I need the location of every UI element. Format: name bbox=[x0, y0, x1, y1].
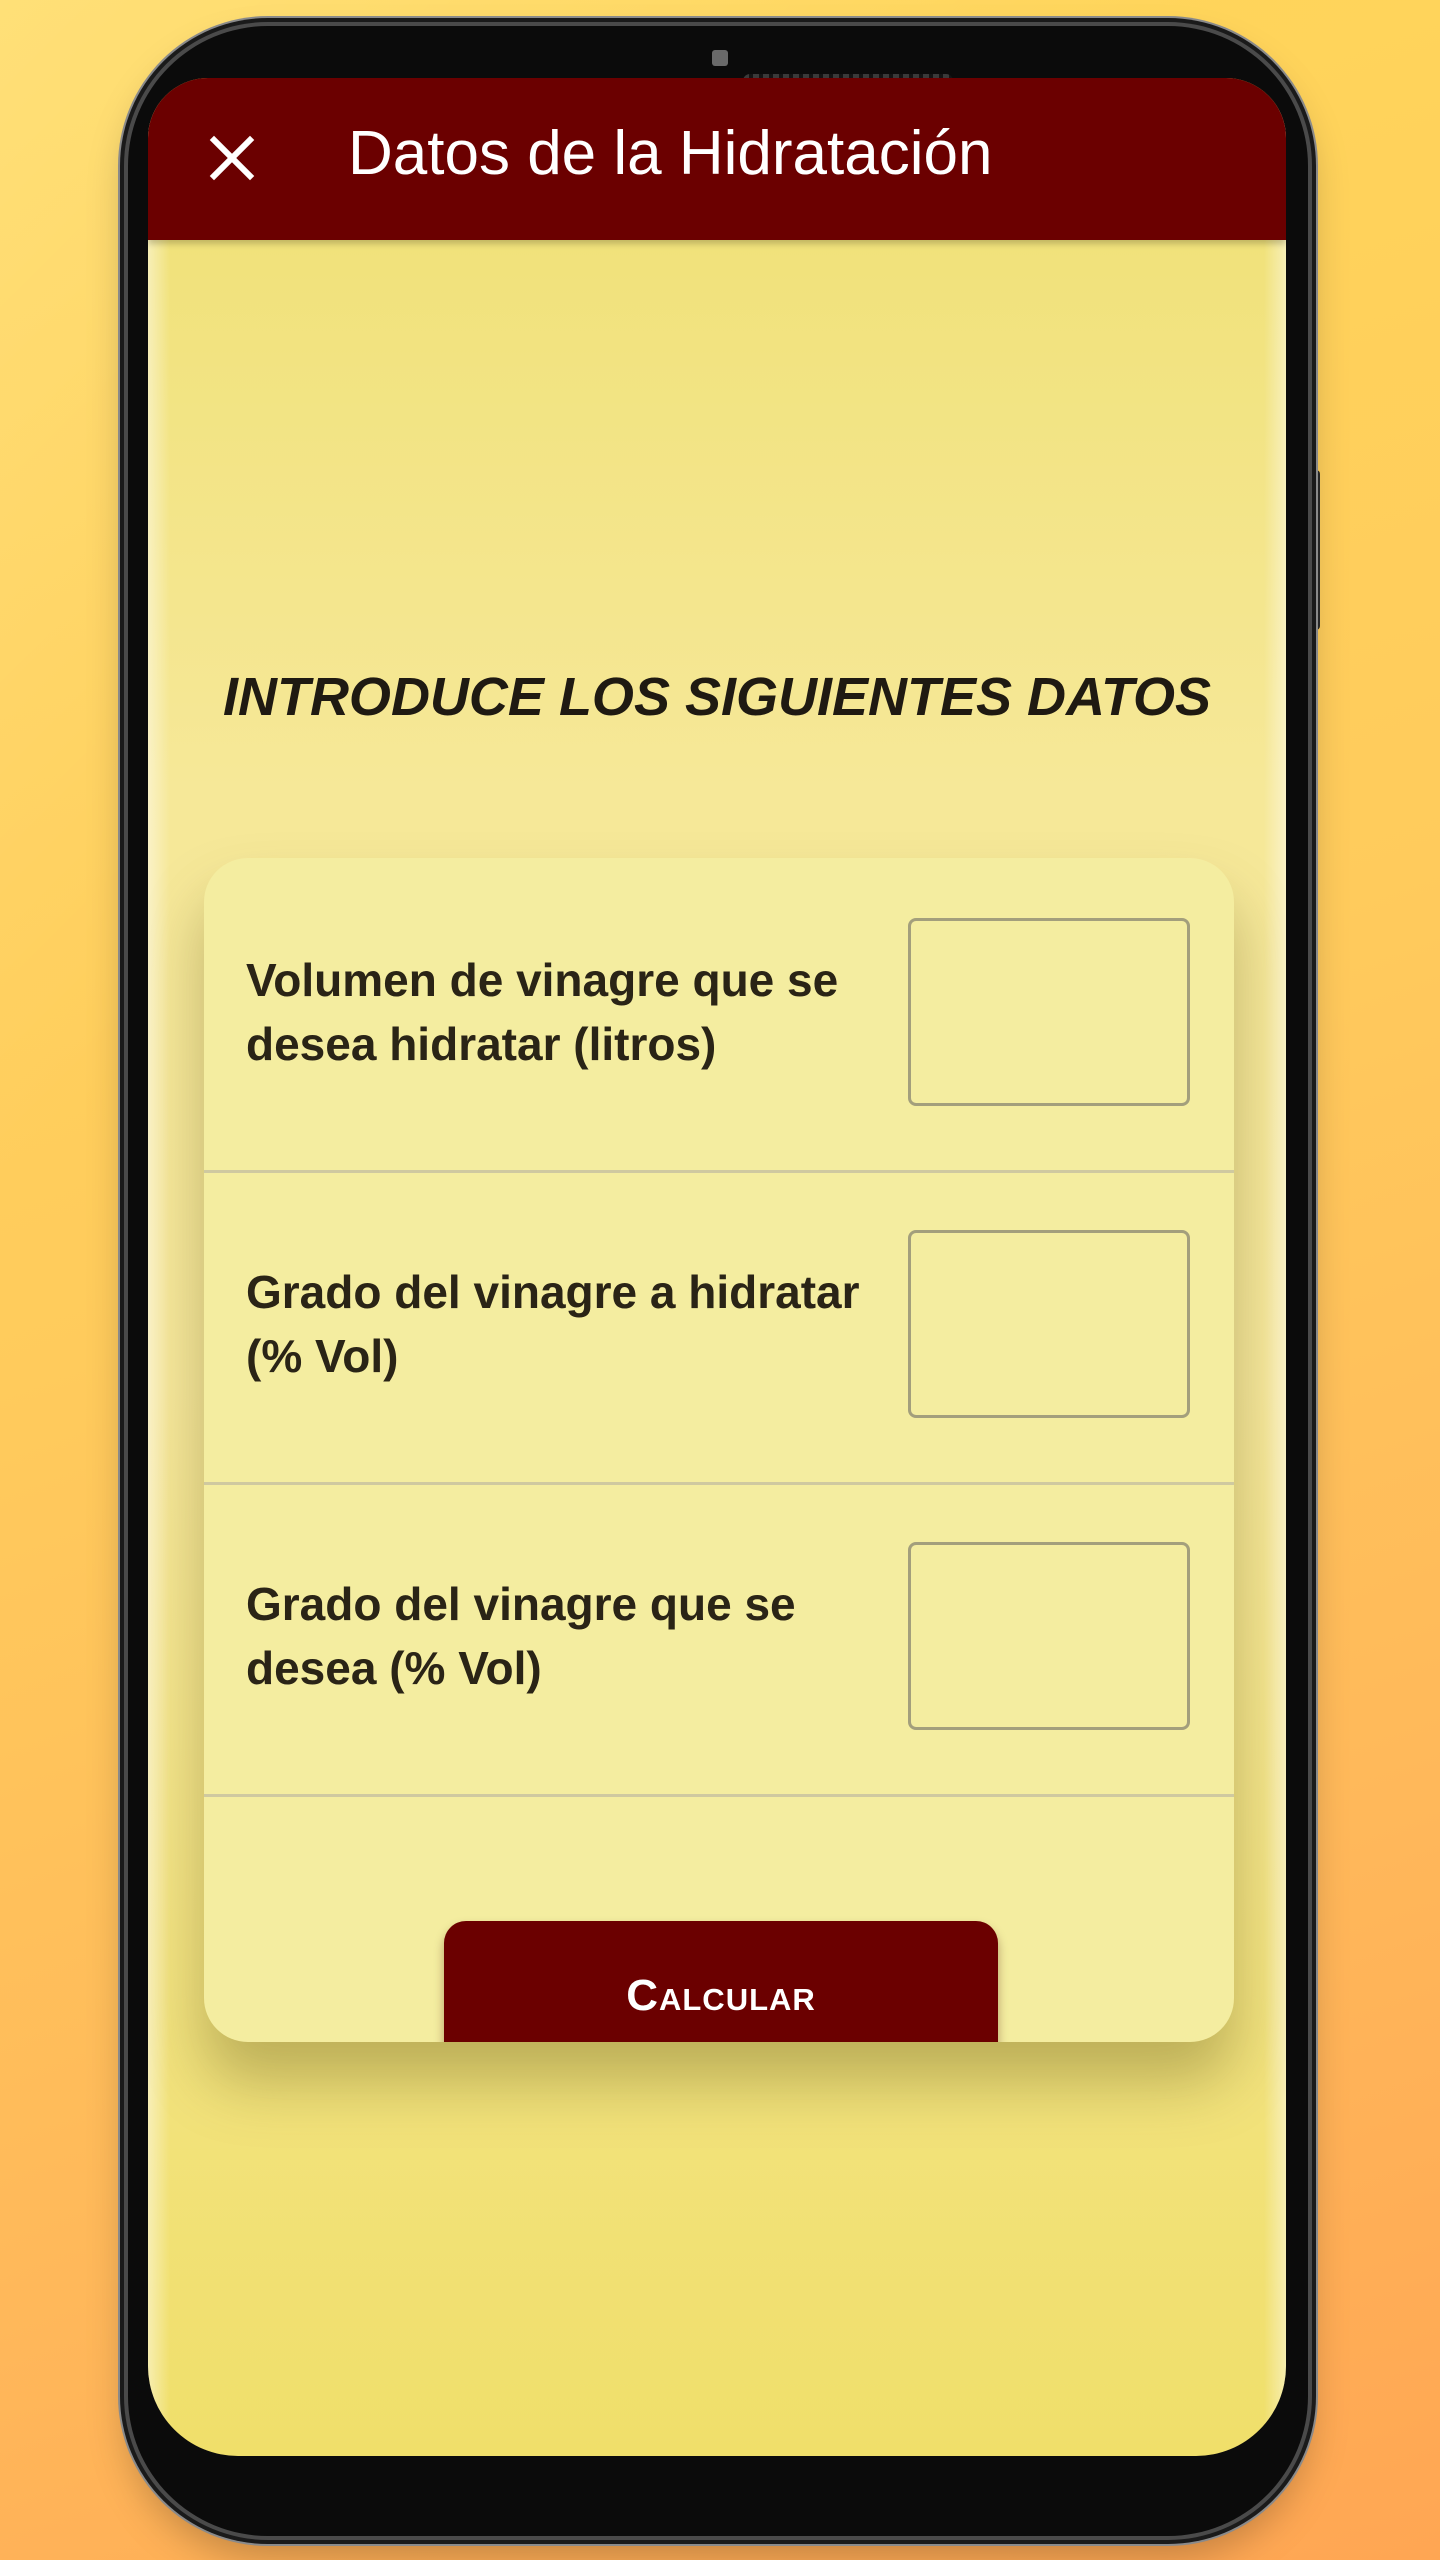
form-row-current-grade: Grado del vinagre a hidratar (% Vol) bbox=[204, 1170, 1234, 1485]
close-button[interactable] bbox=[192, 118, 272, 198]
screen-edge-highlight-left bbox=[148, 78, 170, 2456]
volume-up-button bbox=[118, 350, 128, 710]
form-card: Volumen de vinagre que se desea hidratar… bbox=[204, 858, 1234, 2042]
screen-edge-highlight-right bbox=[1264, 78, 1286, 2456]
app-screen: Datos de la Hidratación INTRODUCE LOS SI… bbox=[148, 78, 1286, 2456]
power-button bbox=[1310, 470, 1320, 630]
volume-down-button bbox=[118, 840, 128, 1040]
form-row-target-grade: Grado del vinagre que se desea (% Vol) bbox=[204, 1482, 1234, 1797]
current-grade-input[interactable] bbox=[908, 1230, 1190, 1418]
volume-input[interactable] bbox=[908, 918, 1190, 1106]
target-grade-label: Grado del vinagre que se desea (% Vol) bbox=[246, 1578, 796, 1694]
app-bar: Datos de la Hidratación bbox=[148, 78, 1286, 240]
instructions-heading: INTRODUCE LOS SIGUIENTES DATOS bbox=[222, 667, 1212, 727]
current-grade-label: Grado del vinagre a hidratar (% Vol) bbox=[246, 1266, 860, 1382]
form-row-volume: Volumen de vinagre que se desea hidratar… bbox=[204, 858, 1234, 1173]
target-grade-input[interactable] bbox=[908, 1542, 1190, 1730]
calculate-button[interactable]: Calcular bbox=[444, 1921, 998, 2042]
close-icon bbox=[209, 135, 255, 181]
volume-label: Volumen de vinagre que se desea hidratar… bbox=[246, 954, 839, 1070]
calculate-button-label: Calcular bbox=[626, 1971, 816, 2020]
page-title: Datos de la Hidratación bbox=[348, 119, 993, 188]
sensor-dot bbox=[712, 50, 728, 66]
